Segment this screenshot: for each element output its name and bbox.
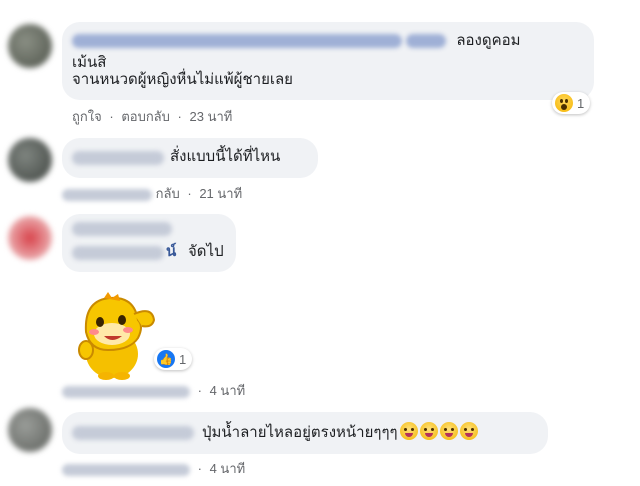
- timestamp[interactable]: 4 นาที: [210, 461, 246, 476]
- comment-bubble: ลองดูคอมเม้นสิ จานหนวดผู้หญิงหื่นไม่แพ้ผ…: [62, 22, 594, 100]
- like-icon: 👍: [157, 350, 175, 368]
- reaction-summary[interactable]: 👍 1: [154, 348, 193, 370]
- dinosaur-sticker[interactable]: [64, 292, 160, 380]
- comment-text: สั่งแบบนี้ได้ที่ไหน: [170, 148, 281, 165]
- author-name[interactable]: [72, 222, 172, 236]
- separator: ·: [187, 186, 192, 201]
- author-name-extra: [406, 34, 447, 49]
- comment-actions: ถูกใจ · ตอบกลับ · 23 นาที: [72, 106, 232, 127]
- separator: ·: [197, 461, 202, 476]
- avatar[interactable]: [8, 24, 52, 68]
- drooling-face-icon: [419, 422, 438, 440]
- avatar[interactable]: [8, 138, 52, 182]
- author-name-fragment[interactable]: น์: [166, 241, 176, 263]
- avatar[interactable]: [8, 408, 52, 452]
- author-name[interactable]: [72, 426, 194, 440]
- reaction-summary[interactable]: 1: [552, 92, 591, 114]
- avatar[interactable]: [8, 216, 52, 260]
- hidden-actions: [62, 385, 190, 398]
- comment-actions: · 4 นาที: [62, 458, 245, 479]
- comment-actions: กลับ · 21 นาที: [62, 183, 242, 204]
- drooling-face-icon: [399, 422, 418, 440]
- reply-link[interactable]: กลับ: [156, 186, 180, 201]
- like-link[interactable]: ถูกใจ: [72, 109, 102, 124]
- comment-text: จัดไป: [188, 243, 224, 260]
- reaction-count: 1: [577, 95, 585, 111]
- drooling-face-icon: [439, 422, 458, 440]
- comment-bubble: สั่งแบบนี้ได้ที่ไหน: [62, 138, 318, 178]
- separator: ·: [177, 109, 182, 124]
- reply-link[interactable]: ตอบกลับ: [121, 109, 170, 124]
- comment-text: ปุ่มน้ำลายไหลอยู่ตรงหน้ายๆๆๆ: [202, 424, 398, 441]
- comment-actions: · 4 นาที: [62, 380, 245, 401]
- comment-text-line2: จานหนวดผู้หญิงหื่นไม่แพ้ผู้ชายเลย: [72, 71, 293, 88]
- timestamp[interactable]: 4 นาที: [210, 383, 246, 398]
- wow-icon: [555, 94, 573, 112]
- comment-bubble: ปุ่มน้ำลายไหลอยู่ตรงหน้ายๆๆๆ: [62, 412, 548, 454]
- hidden-like-link: [62, 188, 152, 201]
- author-name[interactable]: [72, 34, 402, 49]
- reaction-count: 1: [179, 351, 187, 367]
- separator: ·: [109, 109, 114, 124]
- author-name-line2: [72, 246, 164, 260]
- comment-text-wrap: ปุ่มน้ำลายไหลอยู่ตรงหน้ายๆๆๆ: [202, 422, 478, 444]
- timestamp[interactable]: 23 นาที: [190, 109, 233, 124]
- hidden-actions: [62, 463, 190, 476]
- author-name[interactable]: [72, 151, 164, 165]
- dinosaur-sticker-icon: [78, 292, 156, 380]
- timestamp[interactable]: 21 นาที: [199, 186, 242, 201]
- comment-bubble: น์ จัดไป: [62, 214, 236, 272]
- separator: ·: [197, 383, 202, 398]
- drooling-face-icon: [459, 422, 478, 440]
